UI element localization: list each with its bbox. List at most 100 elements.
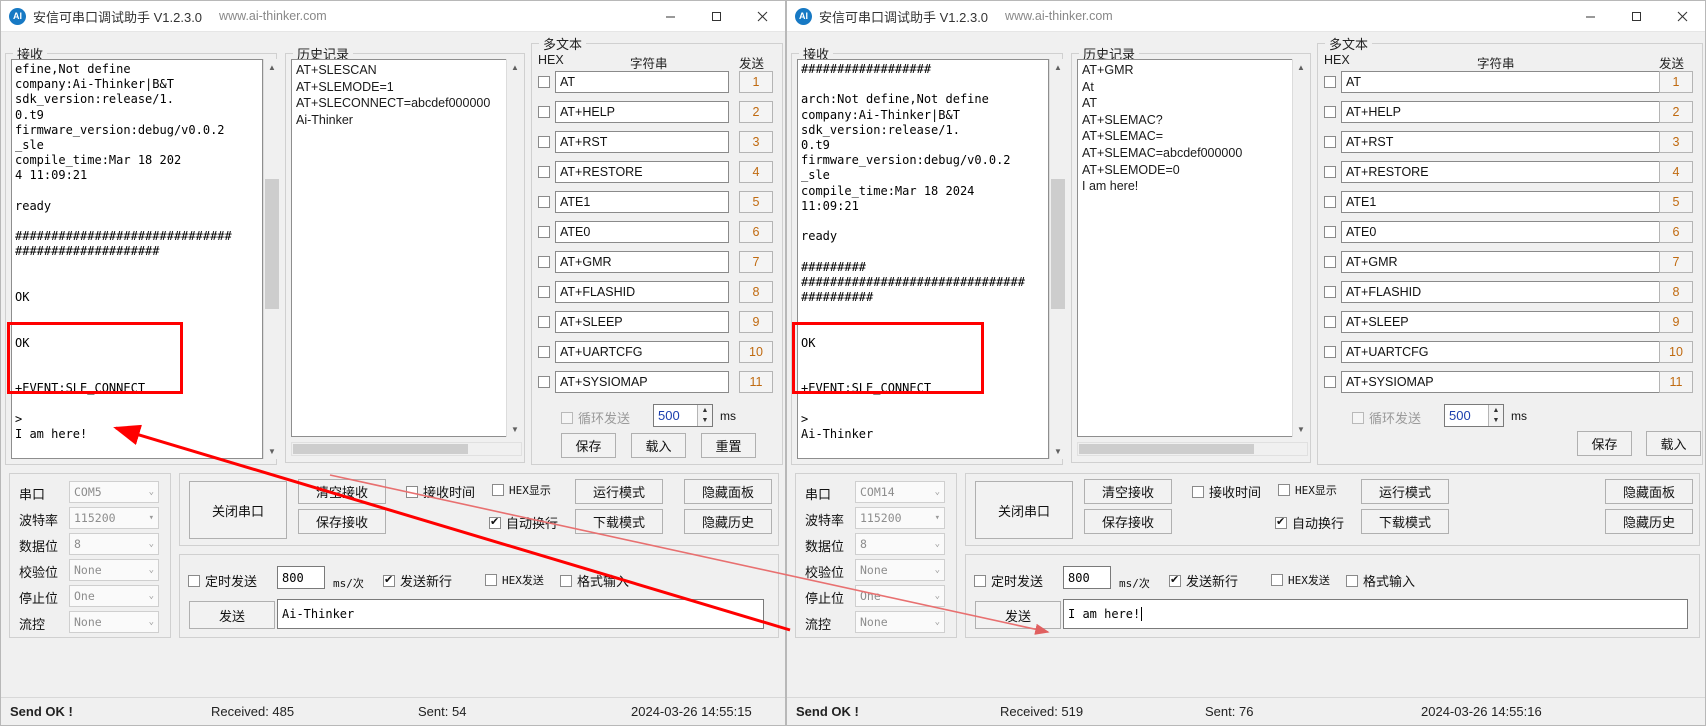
auto-wrap-checkbox[interactable] — [1275, 515, 1287, 529]
multitext-command-input[interactable]: ATE0 — [555, 221, 729, 243]
multitext-command-input[interactable]: AT+SLEEP — [1341, 311, 1662, 333]
multitext-send-button[interactable]: 5 — [1659, 191, 1693, 213]
load-multitext-button-left[interactable]: 载入 — [631, 433, 686, 458]
multitext-hex-checkbox[interactable] — [1324, 346, 1336, 358]
multitext-command-input[interactable]: AT+UARTCFG — [555, 341, 729, 363]
format-input-checkbox[interactable] — [1346, 574, 1358, 587]
multitext-hex-checkbox[interactable] — [1324, 196, 1336, 208]
multitext-send-button[interactable]: 2 — [739, 101, 773, 123]
timed-send-checkbox[interactable] — [974, 574, 986, 587]
multitext-hex-checkbox[interactable] — [538, 376, 550, 388]
multitext-command-input[interactable]: AT+RST — [555, 131, 729, 153]
multitext-command-input[interactable]: AT+GMR — [1341, 251, 1662, 273]
multitext-command-input[interactable]: AT — [1341, 71, 1662, 93]
multitext-hex-checkbox[interactable] — [1324, 256, 1336, 268]
spinner-buttons[interactable]: ▲ ▼ — [1488, 405, 1503, 426]
multitext-command-input[interactable]: AT+HELP — [1341, 101, 1662, 123]
scrollbar-thumb[interactable] — [265, 179, 279, 309]
hex-display-checkbox[interactable] — [1278, 484, 1290, 496]
send-newline-row-left[interactable]: 发送新行 — [383, 571, 452, 590]
hide-history-button-left[interactable]: 隐藏历史 — [684, 509, 772, 534]
multitext-hex-checkbox[interactable] — [1324, 136, 1336, 148]
history-hscrollbar-left[interactable] — [291, 442, 522, 456]
multitext-hex-checkbox[interactable] — [538, 256, 550, 268]
scroll-down-icon[interactable]: ▼ — [1050, 443, 1066, 459]
multitext-hex-checkbox[interactable] — [538, 76, 550, 88]
history-scrollbar-right[interactable]: ▲ ▼ — [1292, 59, 1308, 437]
flow-control-select-left[interactable]: None ⌄ — [69, 611, 159, 633]
save-receive-button-left[interactable]: 保存接收 — [298, 509, 386, 534]
baud-rate-select-left[interactable]: 115200 ▾ — [69, 507, 159, 529]
multitext-send-button[interactable]: 9 — [739, 311, 773, 333]
hide-history-button-right[interactable]: 隐藏历史 — [1605, 509, 1693, 534]
maximize-button[interactable] — [1613, 1, 1659, 32]
spinner-up-icon[interactable]: ▲ — [1489, 405, 1503, 416]
data-bits-select-right[interactable]: 8 ⌄ — [855, 533, 945, 555]
hex-send-row-left[interactable]: HEX发送 — [485, 572, 544, 588]
multitext-send-button[interactable]: 8 — [1659, 281, 1693, 303]
scroll-down-icon[interactable]: ▼ — [264, 443, 280, 459]
receive-scrollbar-right[interactable]: ▲ ▼ — [1049, 59, 1065, 459]
recv-time-row-right[interactable]: 接收时间 — [1192, 482, 1261, 501]
scroll-down-icon[interactable]: ▼ — [1293, 421, 1309, 437]
data-bits-select-left[interactable]: 8 ⌄ — [69, 533, 159, 555]
format-input-row-left[interactable]: 格式输入 — [560, 571, 629, 590]
multitext-command-input[interactable]: ATE1 — [555, 191, 729, 213]
auto-wrap-row-right[interactable]: 自动换行 — [1275, 513, 1344, 532]
multitext-send-button[interactable]: 5 — [739, 191, 773, 213]
hex-display-row-left[interactable]: HEX显示 — [492, 482, 551, 498]
multitext-command-input[interactable]: AT+SLEEP — [555, 311, 729, 333]
multitext-hex-checkbox[interactable] — [538, 106, 550, 118]
recv-time-checkbox[interactable] — [406, 485, 418, 498]
serial-port-select-right[interactable]: COM14 ⌄ — [855, 481, 945, 503]
format-input-checkbox[interactable] — [560, 574, 572, 587]
hide-panel-button-right[interactable]: 隐藏面板 — [1605, 479, 1693, 504]
send-button-right[interactable]: 发送 — [975, 601, 1061, 629]
loop-send-checkbox[interactable] — [1352, 411, 1364, 424]
multitext-hex-checkbox[interactable] — [538, 196, 550, 208]
timed-send-row-right[interactable]: 定时发送 — [974, 571, 1043, 590]
spinner-down-icon[interactable]: ▼ — [1489, 416, 1503, 427]
receive-scrollbar-left[interactable]: ▲ ▼ — [263, 59, 279, 459]
multitext-hex-checkbox[interactable] — [538, 286, 550, 298]
auto-wrap-checkbox[interactable] — [489, 515, 501, 529]
hex-send-checkbox[interactable] — [1271, 574, 1283, 586]
recv-time-row-left[interactable]: 接收时间 — [406, 482, 475, 501]
multitext-command-input[interactable]: ATE0 — [1341, 221, 1662, 243]
save-receive-button-right[interactable]: 保存接收 — [1084, 509, 1172, 534]
loop-interval-input-left[interactable]: 500 ▲ ▼ — [653, 404, 713, 427]
multitext-send-button[interactable]: 10 — [739, 341, 773, 363]
history-list-right[interactable]: AT+GMR At AT AT+SLEMAC? AT+SLEMAC= AT+SL… — [1077, 59, 1302, 437]
spinner-buttons[interactable]: ▲ ▼ — [697, 405, 712, 426]
multitext-send-button[interactable]: 1 — [739, 71, 773, 93]
multitext-command-input[interactable]: AT+FLASHID — [1341, 281, 1662, 303]
serial-port-select-left[interactable]: COM5 ⌄ — [69, 481, 159, 503]
send-newline-checkbox[interactable] — [1169, 573, 1181, 587]
close-port-button-left[interactable]: 关闭串口 — [189, 481, 287, 539]
hscrollbar-thumb[interactable] — [293, 444, 468, 454]
multitext-command-input[interactable]: AT+RST — [1341, 131, 1662, 153]
save-multitext-button-left[interactable]: 保存 — [561, 433, 616, 458]
multitext-hex-checkbox[interactable] — [1324, 76, 1336, 88]
multitext-send-button[interactable]: 2 — [1659, 101, 1693, 123]
multitext-send-button[interactable]: 11 — [739, 371, 773, 393]
hex-display-checkbox[interactable] — [492, 484, 504, 496]
multitext-send-button[interactable]: 4 — [1659, 161, 1693, 183]
loop-interval-input-right[interactable]: 500 ▲ ▼ — [1444, 404, 1504, 427]
stop-bits-select-left[interactable]: One ⌄ — [69, 585, 159, 607]
maximize-button[interactable] — [693, 1, 739, 32]
multitext-send-button[interactable]: 1 — [1659, 71, 1693, 93]
multitext-command-input[interactable]: AT+RESTORE — [555, 161, 729, 183]
baud-rate-select-right[interactable]: 115200 ▾ — [855, 507, 945, 529]
receive-textarea-right[interactable]: ################## arch:Not define,Not d… — [797, 59, 1049, 459]
scroll-down-icon[interactable]: ▼ — [507, 421, 523, 437]
scroll-up-icon[interactable]: ▲ — [264, 59, 280, 75]
multitext-command-input[interactable]: AT+SYSIOMAP — [1341, 371, 1662, 393]
multitext-hex-checkbox[interactable] — [538, 136, 550, 148]
send-newline-row-right[interactable]: 发送新行 — [1169, 571, 1238, 590]
multitext-send-button[interactable]: 3 — [1659, 131, 1693, 153]
run-mode-button-left[interactable]: 运行模式 — [575, 479, 663, 504]
auto-wrap-row-left[interactable]: 自动换行 — [489, 513, 558, 532]
multitext-send-button[interactable]: 8 — [739, 281, 773, 303]
multitext-hex-checkbox[interactable] — [538, 166, 550, 178]
